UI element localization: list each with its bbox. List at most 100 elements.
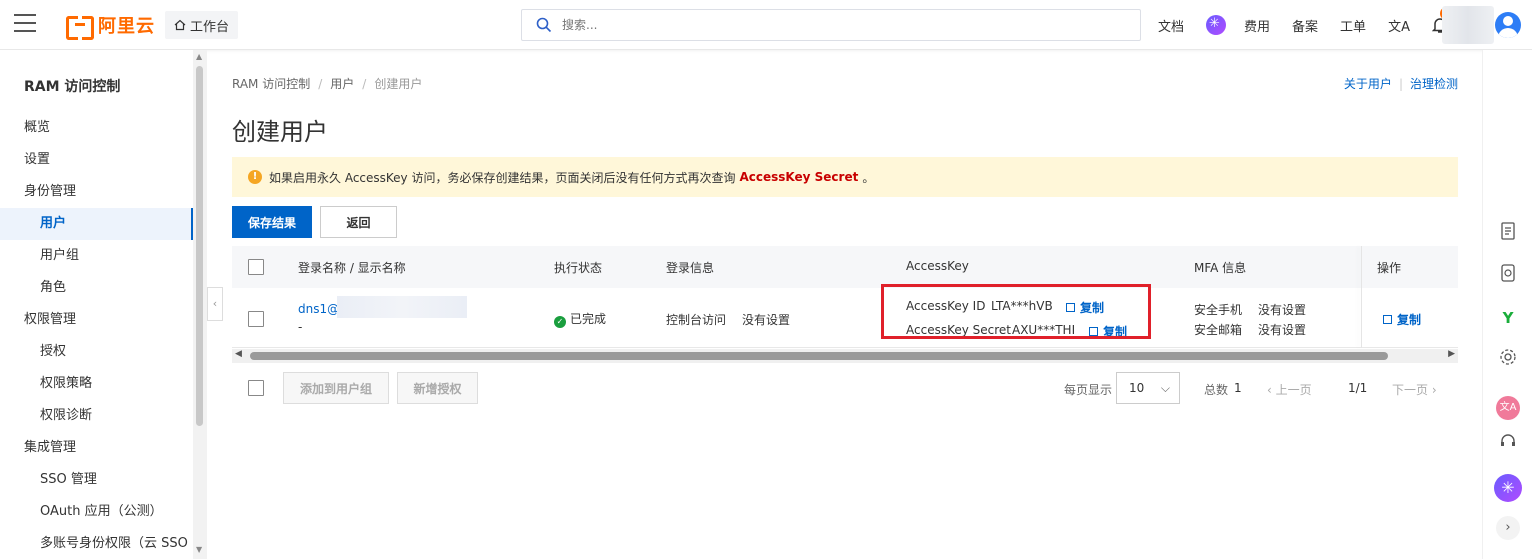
breadcrumb: RAM 访问控制 / 用户 / 创建用户 — [232, 77, 423, 91]
workbench-button[interactable]: 工作台 — [165, 11, 239, 39]
home-icon — [174, 19, 186, 31]
breadcrumb-users[interactable]: 用户 — [330, 77, 354, 91]
login-name-link[interactable]: dns1@ — [298, 302, 339, 316]
sidebar-item-sso[interactable]: SSO 管理 — [0, 464, 193, 496]
breadcrumb-ram[interactable]: RAM 访问控制 — [232, 77, 310, 91]
col-actions: 操作 — [1377, 261, 1402, 275]
sidebar-item-groups[interactable]: 用户组 — [0, 240, 193, 272]
ticket-link[interactable]: 工单 — [1340, 16, 1366, 35]
col-login-name: 登录名称 / 显示名称 — [298, 261, 406, 275]
col-accesskey: AccessKey — [906, 259, 969, 273]
mfa-phone-value: 没有设置 — [1258, 303, 1307, 317]
page-title: 创建用户 — [232, 118, 328, 146]
service-icon[interactable]: Y — [1496, 306, 1520, 330]
mfa-phone-label: 安全手机 — [1194, 303, 1243, 317]
scroll-up-icon[interactable]: ▲ — [196, 52, 202, 61]
ai-assistant-icon[interactable] — [1206, 15, 1227, 35]
avatar[interactable] — [1495, 12, 1521, 38]
main-content: RAM 访问控制 / 用户 / 创建用户 关于用户 | 治理检测 创建用户 ! 如果启用永久… — [207, 50, 1482, 559]
status: ✓ 已完成 — [554, 310, 606, 328]
sidebar: RAM 访问控制 概览 设置 身份管理 用户 用户组 角色 权限管理 授权 权限… — [0, 50, 193, 559]
page-indicator: 1/1 — [1348, 381, 1368, 395]
prev-label: 上一页 — [1275, 383, 1312, 397]
scroll-left-icon[interactable]: ◀ — [235, 349, 242, 359]
workbench-label: 工作台 — [190, 19, 230, 35]
save-result-button[interactable]: 保存结果 — [232, 206, 312, 238]
select-all-checkbox[interactable] — [248, 259, 264, 275]
next-label: 下一页 — [1392, 383, 1429, 397]
about-users-link[interactable]: 关于用户 — [1344, 77, 1392, 91]
login-info-label: 控制台访问 — [666, 313, 727, 327]
chevron-down-icon: ⌵ — [1160, 381, 1170, 395]
table-row: dns1@ - ✓ 已完成 控制台访问 没有设置 AccessKey ID LTA… — [232, 284, 1458, 348]
warning-icon: ! — [248, 170, 262, 184]
sidebar-item-users[interactable]: 用户 — [0, 208, 193, 240]
login-name-redacted — [337, 296, 467, 318]
scroll-down-icon[interactable]: ▼ — [196, 545, 202, 554]
scrollbar-thumb[interactable] — [196, 66, 203, 426]
sidebar-item-settings[interactable]: 设置 — [0, 144, 193, 176]
sidebar-item-grants[interactable]: 授权 — [0, 336, 193, 368]
hscroll-thumb[interactable] — [250, 352, 1388, 360]
sidebar-scrollbar[interactable]: ▲ ▼ — [193, 50, 207, 559]
chevron-right-icon[interactable]: › — [1496, 516, 1520, 540]
col-mfa: MFA 信息 — [1194, 261, 1247, 275]
sidebar-item-oauth[interactable]: OAuth 应用（公测） — [0, 496, 193, 528]
docs-link[interactable]: 文档 — [1158, 16, 1184, 35]
prev-page-button[interactable]: ‹ 上一页 — [1267, 381, 1312, 398]
aliyun-logo[interactable]: 阿里云 — [66, 14, 155, 40]
page-size-label: 每页显示 — [1064, 383, 1113, 397]
language-icon[interactable]: 文A — [1388, 16, 1410, 35]
chevron-left-icon: ‹ — [1267, 383, 1276, 397]
display-name: - — [298, 320, 303, 334]
billing-link[interactable]: 费用 — [1244, 16, 1270, 35]
back-button[interactable]: 返回 — [320, 206, 397, 238]
gear-icon[interactable] — [1496, 348, 1520, 372]
top-links: 文档 费用 备案 工单 文A 44 — [1158, 0, 1464, 50]
alert-text: 如果启用永久 AccessKey 访问，务必保存创建结果，页面关闭后没有任何方式… — [269, 170, 736, 185]
warning-alert: ! 如果启用永久 AccessKey 访问，务必保存创建结果，页面关闭后没有任何… — [232, 157, 1458, 197]
table-horizontal-scrollbar[interactable]: ◀ ▶ — [232, 349, 1458, 363]
add-permission-button[interactable]: 新增授权 — [397, 372, 478, 404]
sidebar-item-identity[interactable]: 身份管理 — [0, 176, 193, 208]
top-bar: 阿里云 工作台 文档 费用 备案 工单 文A 44 — [0, 0, 1532, 50]
copy-row-button[interactable]: 复制 — [1383, 311, 1421, 328]
menu-icon[interactable] — [14, 14, 36, 34]
aliyun-logo-icon — [66, 16, 94, 40]
sidebar-item-overview[interactable]: 概览 — [0, 112, 193, 144]
next-page-button[interactable]: 下一页 › — [1392, 381, 1437, 398]
sidebar-item-cloud-sso[interactable]: 多账号身份权限（云 SSO — [0, 528, 193, 560]
row-checkbox[interactable] — [248, 311, 264, 327]
account-name[interactable] — [1442, 6, 1494, 44]
sidebar-item-policies[interactable]: 权限策略 — [0, 368, 193, 400]
page-size-value: 10 — [1129, 381, 1145, 395]
translate-icon[interactable]: 文A — [1496, 396, 1520, 420]
fixed-column-divider — [1361, 246, 1362, 348]
sync-icon[interactable] — [1496, 264, 1520, 288]
col-login-info: 登录信息 — [666, 261, 715, 275]
sidebar-item-roles[interactable]: 角色 — [0, 272, 193, 304]
highlight-box — [881, 284, 1151, 339]
search-bar[interactable] — [521, 9, 1141, 41]
notes-icon[interactable] — [1496, 222, 1520, 246]
total-label: 总数 — [1204, 383, 1229, 397]
icp-link[interactable]: 备案 — [1292, 16, 1318, 35]
governance-link[interactable]: 治理检测 — [1410, 77, 1458, 91]
scroll-right-icon[interactable]: ▶ — [1448, 349, 1455, 359]
search-icon — [536, 17, 552, 33]
page-size-select[interactable]: 10 ⌵ — [1116, 372, 1180, 404]
sidebar-title: RAM 访问控制 — [24, 79, 121, 95]
add-to-group-button[interactable]: 添加到用户组 — [283, 372, 389, 404]
headset-icon[interactable] — [1496, 432, 1520, 456]
footer-select-all-checkbox[interactable] — [248, 380, 264, 396]
search-input[interactable] — [562, 18, 1062, 32]
table-header: 登录名称 / 显示名称 执行状态 登录信息 AccessKey MFA 信息 操… — [232, 246, 1458, 288]
sidebar-item-integration[interactable]: 集成管理 — [0, 432, 193, 464]
sidebar-item-diagnosis[interactable]: 权限诊断 — [0, 400, 193, 432]
ai-assistant-side-icon[interactable]: ✳ — [1494, 474, 1522, 502]
copy-row-label: 复制 — [1397, 313, 1422, 327]
breadcrumb-current: 创建用户 — [374, 77, 423, 91]
help-links: 关于用户 | 治理检测 — [1343, 77, 1458, 91]
check-circle-icon: ✓ — [554, 316, 566, 328]
sidebar-item-permissions[interactable]: 权限管理 — [0, 304, 193, 336]
